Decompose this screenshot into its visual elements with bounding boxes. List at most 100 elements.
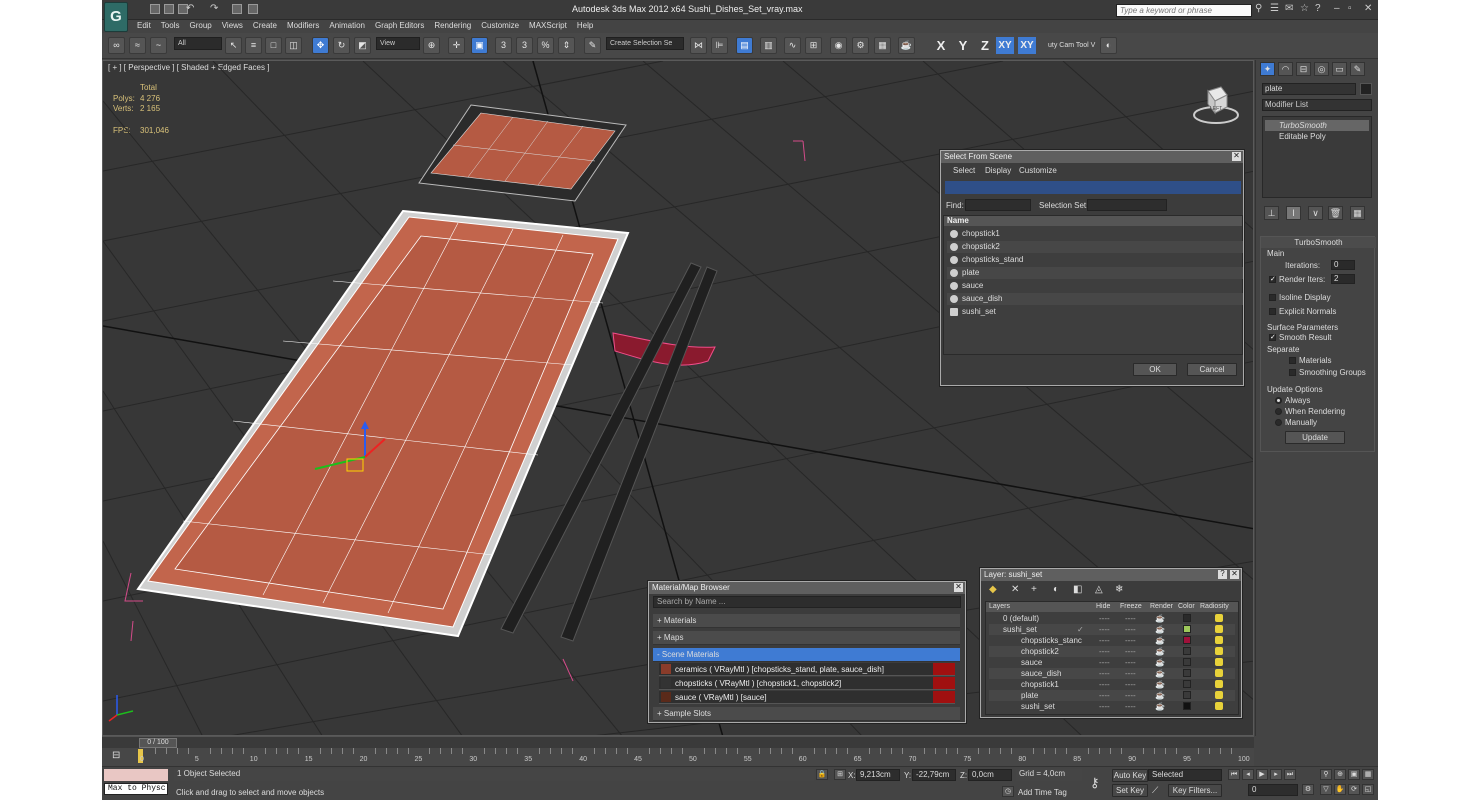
constraint-z[interactable]: Z <box>976 38 994 53</box>
hide-all-icon[interactable]: ◬ <box>1095 584 1103 595</box>
time-slider[interactable]: 0 / 100 <box>102 736 1254 748</box>
select-object-icon[interactable]: ↖ <box>225 37 242 54</box>
hierarchy-tab-icon[interactable]: ⊟ <box>1296 62 1311 76</box>
named-selection-dropdown[interactable]: Create Selection Se <box>606 37 684 50</box>
snap-toggle-icon[interactable]: 3 <box>495 37 512 54</box>
maximize-icon[interactable]: ▫ <box>1348 4 1358 15</box>
freeze-toggle[interactable]: ---- <box>1125 635 1136 646</box>
make-unique-icon[interactable]: ∨ <box>1308 206 1323 220</box>
zoom-icon[interactable]: ⚲ <box>1320 769 1332 780</box>
key-filter-icon[interactable]: ⟋ <box>1152 785 1166 797</box>
hide-toggle[interactable]: ---- <box>1099 613 1110 624</box>
window-crossing-icon[interactable]: ◫ <box>285 37 302 54</box>
x-coordinate-field[interactable]: 9,213cm <box>856 769 900 781</box>
link-icon[interactable]: ∞ <box>108 37 125 54</box>
remove-modifier-icon[interactable]: 🗑 <box>1328 206 1343 220</box>
radiosity-icon[interactable] <box>1215 658 1223 666</box>
pan-icon[interactable]: ✋ <box>1334 784 1346 795</box>
sfs-object-list[interactable]: Name chopstick1 chopstick2 chopsticks_st… <box>943 215 1243 355</box>
render-toggle[interactable]: ☕ <box>1155 690 1165 701</box>
render-iters-spinner[interactable]: 2 <box>1331 274 1355 284</box>
material-item[interactable]: chopsticks ( VRayMtl ) [chopstick1, chop… <box>659 677 955 690</box>
layer-manager-icon[interactable]: ▤ <box>736 37 753 54</box>
spinner-snap-icon[interactable]: ⇕ <box>558 37 575 54</box>
radiosity-icon[interactable] <box>1215 691 1223 699</box>
render-setup-icon[interactable]: ⚙ <box>852 37 869 54</box>
layer-row[interactable]: sushi_set ✓ ---- ---- ☕ <box>989 624 1235 635</box>
hide-toggle[interactable]: ---- <box>1099 668 1110 679</box>
explicit-normals-checkbox[interactable] <box>1269 308 1276 315</box>
material-search-input[interactable]: Search by Name ... <box>653 596 961 608</box>
sfs-item[interactable]: sushi_set <box>947 306 1243 318</box>
pin-stack-icon[interactable]: ⊥ <box>1264 206 1279 220</box>
hide-toggle[interactable]: ---- <box>1099 701 1110 712</box>
layer-color-swatch[interactable] <box>1183 691 1191 699</box>
highlight-layer-icon[interactable]: ◧ <box>1073 584 1082 595</box>
select-and-move-icon[interactable]: ✥ <box>312 37 329 54</box>
key-icon[interactable]: ⚷ <box>1090 775 1100 791</box>
new-file-icon[interactable] <box>150 4 160 14</box>
sfs-menu-select[interactable]: Select <box>953 166 975 175</box>
create-layer-icon[interactable]: ◆ <box>989 584 997 595</box>
y-coordinate-field[interactable]: -22,79cm <box>912 769 956 781</box>
key-filters-button[interactable]: Key Filters... <box>1168 784 1222 797</box>
group-sample-slots[interactable]: + Sample Slots <box>653 707 960 721</box>
undo-icon[interactable]: ↶ <box>186 4 196 15</box>
material-item[interactable]: ceramics ( VRayMtl ) [chopsticks_stand, … <box>659 663 955 676</box>
stack-item-editable-poly[interactable]: Editable Poly <box>1265 131 1369 142</box>
render-iters-checkbox[interactable]: ✓ <box>1269 276 1276 283</box>
render-toggle[interactable]: ☕ <box>1155 624 1165 635</box>
layer-color-swatch[interactable] <box>1183 658 1191 666</box>
search-input[interactable]: Type a keyword or phrase <box>1116 4 1252 17</box>
project-folder-icon[interactable] <box>248 4 258 14</box>
layer-color-swatch[interactable] <box>1183 669 1191 677</box>
hide-toggle[interactable]: ---- <box>1099 657 1110 668</box>
radiosity-icon[interactable] <box>1215 647 1223 655</box>
schematic-view-icon[interactable]: ⊞ <box>805 37 822 54</box>
layer-color-swatch[interactable] <box>1183 614 1191 622</box>
layer-row[interactable]: sauce ---- ---- ☕ <box>989 657 1235 668</box>
delete-layer-icon[interactable]: ✕ <box>1011 584 1019 595</box>
sfs-column-name[interactable]: Name <box>944 216 1242 226</box>
menu-customize[interactable]: Customize <box>476 20 524 33</box>
iterations-spinner[interactable]: 0 <box>1331 260 1355 270</box>
freeze-toggle[interactable]: ---- <box>1125 613 1136 624</box>
select-in-layer-icon[interactable]: ◐ <box>1053 584 1059 595</box>
menu-rendering[interactable]: Rendering <box>429 20 476 33</box>
hold-icon[interactable] <box>232 4 242 14</box>
next-frame-icon[interactable]: ▸ <box>1270 769 1282 780</box>
freeze-toggle[interactable]: ---- <box>1125 690 1136 701</box>
isoline-checkbox[interactable] <box>1269 294 1276 301</box>
update-always-radio[interactable] <box>1275 397 1282 404</box>
render-toggle[interactable]: ☕ <box>1155 657 1165 668</box>
favorites-icon[interactable]: ☆ <box>1300 4 1310 15</box>
rendered-frame-window-icon[interactable]: ▦ <box>874 37 891 54</box>
field-of-view-icon[interactable]: ▽ <box>1320 784 1332 795</box>
render-toggle[interactable]: ☕ <box>1155 613 1165 624</box>
sfs-item[interactable]: sauce_dish <box>947 293 1243 305</box>
bind-space-warp-icon[interactable]: ~ <box>150 37 167 54</box>
track-bar-menu-icon[interactable]: ⊟ <box>112 750 120 761</box>
hide-toggle[interactable]: ---- <box>1099 624 1110 635</box>
camera-tool-icon[interactable]: ◐ <box>1100 37 1117 54</box>
sfs-filter-toolbar[interactable] <box>945 181 1241 194</box>
select-and-manipulate-icon[interactable]: ✛ <box>448 37 465 54</box>
freeze-toggle[interactable]: ---- <box>1125 679 1136 690</box>
constraint-xy-plane[interactable]: XY <box>1018 37 1036 54</box>
hide-toggle[interactable]: ---- <box>1099 690 1110 701</box>
zoom-all-icon[interactable]: ⊕ <box>1334 769 1346 780</box>
time-slider-frame[interactable]: 0 / 100 <box>139 738 177 748</box>
current-layer-check[interactable]: ✓ <box>1077 624 1084 635</box>
layer-dialog-title[interactable]: Layer: sushi_set <box>981 569 1241 581</box>
render-toggle[interactable]: ☕ <box>1155 701 1165 712</box>
maxscript-input[interactable]: Max to Physc <box>104 783 168 795</box>
object-color-swatch[interactable] <box>1360 83 1372 95</box>
separate-smoothing-checkbox[interactable] <box>1289 369 1296 376</box>
select-from-scene-title[interactable]: Select From Scene <box>941 151 1243 163</box>
layer-color-swatch[interactable] <box>1183 636 1191 644</box>
subscription-icon[interactable]: ☰ <box>1270 4 1280 15</box>
z-coordinate-field[interactable]: 0,0cm <box>968 769 1012 781</box>
radiosity-icon[interactable] <box>1215 636 1223 644</box>
menu-edit[interactable]: Edit <box>132 20 156 33</box>
render-toggle[interactable]: ☕ <box>1155 668 1165 679</box>
